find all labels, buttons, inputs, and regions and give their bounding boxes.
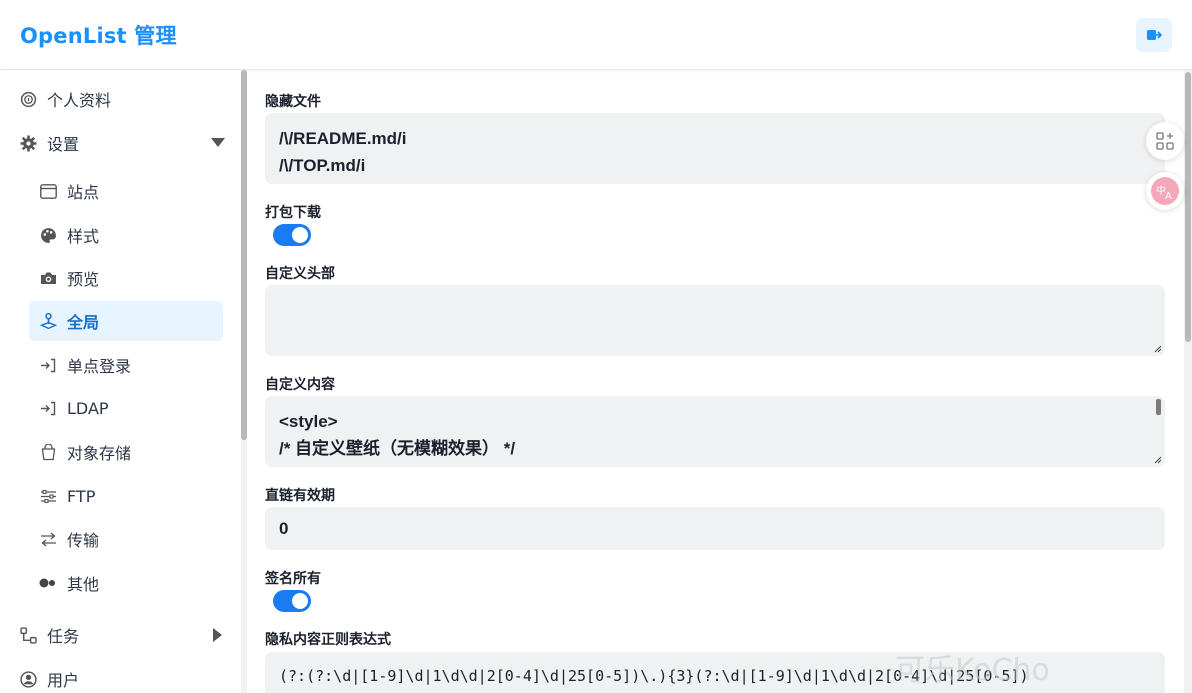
chevron-right-icon (211, 628, 225, 642)
link-expiration-input[interactable]: 0 (265, 507, 1165, 550)
link-expiration-label: 直链有效期 (265, 488, 335, 504)
sidebar-item-profile[interactable]: 个人资料 (19, 79, 229, 119)
user-circle-icon (19, 670, 37, 688)
joystick-icon (39, 312, 57, 330)
sidebar-item-label: 设置 (47, 135, 80, 154)
login-arrow-icon (39, 356, 57, 374)
custom-body-label: 自定义内容 (265, 377, 335, 393)
toggle-knob (292, 593, 308, 609)
sidebar-item-users[interactable]: 用户 (19, 659, 229, 693)
custom-head-value (279, 297, 1151, 324)
textarea-scrollbar-thumb[interactable] (1156, 399, 1161, 415)
sidebar-item-style[interactable]: 样式 (29, 215, 223, 255)
apps-add-icon (1156, 132, 1174, 150)
gear-icon (19, 134, 37, 152)
sidebar-item-sso[interactable]: 单点登录 (29, 345, 223, 385)
sidebar-item-label: 单点登录 (67, 357, 132, 376)
sidebar-item-label: 任务 (47, 627, 80, 646)
custom-body-line: /* 自定义壁纸（无模糊效果） */ (279, 439, 516, 458)
custom-body-textarea[interactable]: <style> /* 自定义壁纸（无模糊效果） */ (265, 396, 1165, 467)
sidebar-item-tasks[interactable]: 任务 (19, 615, 229, 655)
translate-icon: 中A (1151, 177, 1179, 205)
privacy-regex-value: (?:(?:\d|[1-9]\d|1\d\d|2[0-4]\d|25[0-5])… (279, 667, 1029, 685)
translate-widget-button[interactable]: 中A (1146, 172, 1184, 210)
sidebar-item-label: 全局 (67, 313, 100, 332)
sidebar-item-preview[interactable]: 预览 (29, 258, 223, 298)
sidebar-item-label: 传输 (67, 531, 100, 550)
sidebar-item-label: FTP (67, 486, 96, 506)
apps-widget-button[interactable] (1146, 122, 1184, 160)
sidebar-item-settings[interactable]: 设置 (19, 123, 229, 163)
hidden-files-label: 隐藏文件 (265, 94, 321, 110)
sidebar-item-label: 站点 (67, 183, 100, 202)
svg-text:A: A (1165, 191, 1172, 202)
sidebar-item-ldap[interactable]: LDAP (29, 388, 223, 428)
custom-head-textarea[interactable] (265, 285, 1165, 356)
logout-button[interactable] (1136, 17, 1172, 52)
toggle-dots-icon (39, 574, 57, 592)
package-download-label: 打包下载 (265, 205, 321, 221)
sign-all-toggle[interactable] (273, 590, 311, 612)
sign-all-label: 签名所有 (265, 571, 321, 587)
sidebar-item-transfer[interactable]: 传输 (29, 519, 223, 559)
sidebar-item-label: 对象存储 (67, 444, 132, 463)
browser-window-icon (39, 182, 57, 200)
settings-form: 隐藏文件 /\/README.md/i /\/TOP.md/i 打包下载 自定义… (248, 70, 1184, 693)
package-download-toggle[interactable] (273, 224, 311, 246)
hidden-files-line: /\/README.md/i (279, 129, 407, 148)
custom-head-label: 自定义头部 (265, 266, 335, 282)
privacy-regex-label: 隐私内容正则表达式 (265, 632, 391, 648)
login-arrow-icon (39, 399, 57, 417)
sidebar-item-ftp[interactable]: FTP (29, 476, 223, 516)
tasks-icon (19, 626, 37, 644)
main-scrollbar-thumb[interactable] (1185, 72, 1191, 342)
fingerprint-icon (19, 90, 37, 108)
bucket-icon (39, 443, 57, 461)
sidebar-item-label: 用户 (47, 671, 80, 690)
resize-handle-icon[interactable] (1154, 456, 1162, 464)
sidebar: 个人资料 设置 站点 样式 预览 全局 单点登录 LDAP 对象存储 FTP 传… (3, 70, 241, 693)
palette-icon (39, 226, 57, 244)
app-root: OpenList 管理 个人资料 设置 站点 样式 预览 全局 单点登录 LDA… (0, 0, 1192, 693)
sidebar-scrollbar-thumb[interactable] (241, 70, 247, 440)
chevron-down-icon (211, 136, 225, 150)
sidebar-item-site[interactable]: 站点 (29, 171, 223, 211)
sidebar-item-global[interactable]: 全局 (29, 301, 223, 341)
resize-handle-icon[interactable] (1154, 345, 1162, 353)
toggle-knob (292, 227, 308, 243)
sidebar-item-object-storage[interactable]: 对象存储 (29, 432, 223, 472)
hidden-files-line: /\/TOP.md/i (279, 156, 366, 175)
sidebar-item-other[interactable]: 其他 (29, 563, 223, 603)
page-title: OpenList 管理 (20, 23, 177, 48)
sidebar-item-label: 样式 (67, 227, 100, 246)
sidebar-item-label: 预览 (67, 270, 100, 289)
privacy-regex-textarea[interactable]: (?:(?:\d|[1-9]\d|1\d\d|2[0-4]\d|25[0-5])… (265, 652, 1165, 693)
sidebar-item-label: 个人资料 (47, 91, 112, 110)
custom-body-line: <style> (279, 412, 338, 431)
hidden-files-textarea[interactable]: /\/README.md/i /\/TOP.md/i (265, 113, 1165, 184)
top-header: OpenList 管理 (0, 0, 1192, 70)
transfer-arrows-icon (39, 530, 57, 548)
server-icon (39, 487, 57, 505)
camera-icon (39, 269, 57, 287)
sidebar-item-label: 其他 (67, 575, 100, 594)
logout-icon (1147, 29, 1162, 40)
sidebar-item-label: LDAP (67, 398, 109, 418)
link-expiration-value: 0 (279, 519, 289, 538)
